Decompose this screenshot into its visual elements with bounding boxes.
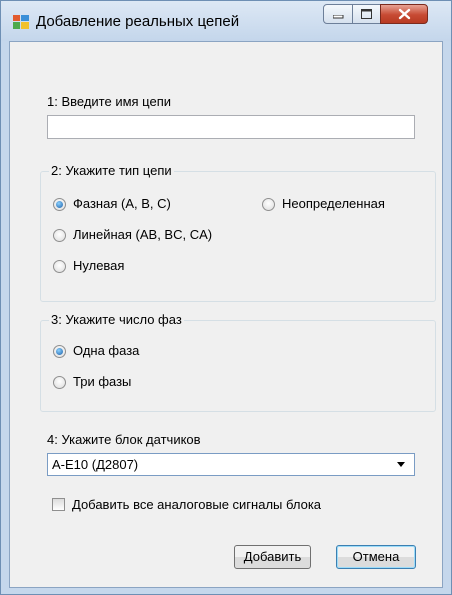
radio-undefined-label[interactable]: Неопределенная [282,196,385,211]
radio-three-phase-label[interactable]: Три фазы [73,374,131,389]
radio-phase-label[interactable]: Фазная (A, B, C) [73,196,171,211]
radio-phase-button[interactable] [53,198,66,211]
radio-linear-label[interactable]: Линейная (AB, BC, CA) [73,227,212,242]
add-all-signals-checkbox[interactable] [52,498,65,511]
radio-neutral-label[interactable]: Нулевая [73,258,124,273]
close-icon [398,8,411,20]
radio-three-phase-button[interactable] [53,376,66,389]
radio-undefined-button[interactable] [262,198,275,211]
radio-one-phase-label[interactable]: Одна фаза [73,343,139,358]
window-title: Добавление реальных цепей [36,13,240,30]
sensor-block-selected: A-E10 (Д2807) [52,457,139,472]
circuit-type-title: 2: Укажите тип цепи [49,163,174,178]
minimize-button[interactable] [323,4,353,24]
cancel-button[interactable]: Отмена [336,545,416,569]
phase-count-title: 3: Укажите число фаз [49,312,184,327]
minimize-icon [333,15,344,19]
circuit-name-input[interactable] [47,115,415,139]
sensor-block-label: 4: Укажите блок датчиков [47,432,201,447]
dialog-body: 1: Введите имя цепи 2: Укажите тип цепи … [9,41,443,588]
phase-count-group: 3: Укажите число фаз Одна фаза Три фазы [40,312,436,412]
radio-neutral-button[interactable] [53,260,66,273]
dropdown-arrow-icon[interactable] [397,462,405,467]
name-label: 1: Введите имя цепи [47,94,172,109]
dialog-window: Добавление реальных цепей 1: Введите имя… [0,0,452,595]
app-icon [13,15,29,29]
radio-one-phase-button[interactable] [53,345,66,358]
maximize-button[interactable] [352,4,381,24]
add-all-signals-label[interactable]: Добавить все аналоговые сигналы блока [72,497,321,512]
close-button[interactable] [380,4,428,24]
sensor-block-select[interactable]: A-E10 (Д2807) [47,453,415,476]
circuit-type-group: 2: Укажите тип цепи Фазная (A, B, C) Нео… [40,163,436,302]
maximize-icon [361,9,372,19]
radio-linear-button[interactable] [53,229,66,242]
add-button[interactable]: Добавить [234,545,311,569]
title-bar[interactable]: Добавление реальных цепей [1,1,451,41]
